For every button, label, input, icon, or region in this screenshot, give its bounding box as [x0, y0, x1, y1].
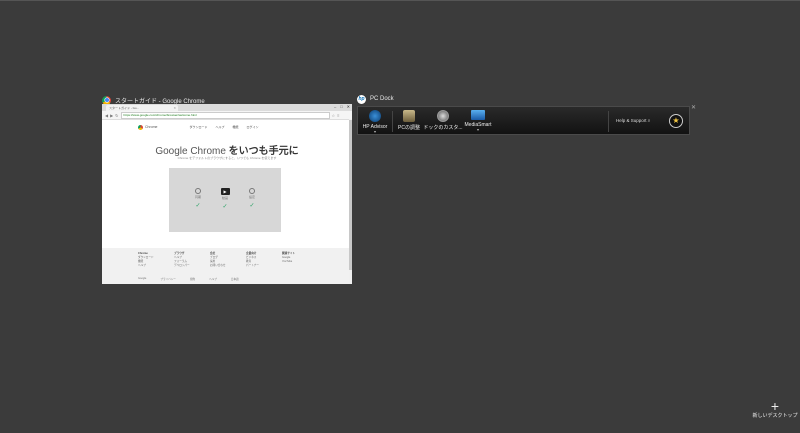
site-nav-item[interactable]: ダウンロード: [189, 125, 207, 129]
back-icon[interactable]: ◀: [105, 113, 108, 118]
footer-link[interactable]: 機能: [138, 260, 143, 263]
feature-label: 同期: [194, 195, 201, 199]
footer-link[interactable]: 採用: [210, 260, 215, 263]
feature-video: ▶ 動画 ✓: [220, 188, 230, 210]
star-icon[interactable]: ★: [669, 114, 683, 128]
footer-link[interactable]: ブログ: [210, 256, 218, 259]
footer-link[interactable]: デベロッパー: [174, 264, 190, 267]
plus-icon: +: [770, 398, 780, 414]
reload-icon[interactable]: ↻: [115, 113, 118, 118]
hero-subtitle: Chrome をデフォルトのブラウザにすると、いつでも Chrome を使えます: [177, 156, 277, 160]
footer-heading: 企業向け: [246, 252, 257, 255]
footer-link[interactable]: ヘルプ: [138, 264, 146, 267]
check-icon: ✓: [195, 203, 201, 209]
webpage-content: Chrome ダウンロード ヘルプ 機能 ログイン Google Chrome …: [102, 120, 352, 284]
mediasmart-icon: [471, 110, 485, 120]
site-nav-item[interactable]: ログイン: [247, 125, 259, 129]
feature-label: 設定: [248, 195, 255, 199]
dock-item-dock-customize[interactable]: ドックのカスタ...: [423, 110, 463, 131]
help-support-link[interactable]: Help & Support ⌕: [616, 118, 650, 123]
dock-window-title[interactable]: hp PC Dock: [357, 93, 394, 105]
footer-link[interactable]: ヘルプ: [174, 256, 182, 259]
maximize-icon[interactable]: □: [340, 104, 342, 109]
chrome-tabbar: スタートガイド - Go... ✕ – □ ✕: [102, 104, 352, 111]
new-desktop-label: 新しいデスクトップ: [752, 413, 798, 419]
scrollbar-thumb[interactable]: [349, 120, 352, 270]
footer-heading: 会社: [210, 252, 216, 255]
pc-tune-icon: [403, 110, 415, 122]
footer-link[interactable]: パートナー: [246, 264, 259, 267]
feature-settings: 設定 ✓: [247, 188, 257, 209]
footer-column: 企業向け ビジネス 教育 パートナー: [246, 252, 259, 268]
site-nav-item[interactable]: 機能: [232, 125, 238, 129]
footer-heading: 関連サイト: [282, 252, 295, 255]
dock-item-label: ドックのカスタ...: [423, 125, 463, 131]
hp-logo-icon: hp: [357, 94, 366, 104]
footer-link[interactable]: お問い合わせ: [210, 264, 226, 267]
close-icon[interactable]: ✕: [347, 104, 350, 109]
forward-icon[interactable]: ▶: [110, 113, 113, 118]
play-icon[interactable]: ▶: [220, 188, 230, 195]
hero-title: Google Chrome をいつも手元に: [102, 142, 352, 157]
footer-link[interactable]: ビジネス: [246, 256, 256, 259]
footer-link[interactable]: YouTube: [282, 260, 292, 263]
site-brand[interactable]: Chrome: [138, 124, 158, 130]
footer-bottom-link[interactable]: Google: [138, 277, 146, 281]
page-footer: Chrome ダウンロード 機能 ヘルプ ブラウザ ヘルプ フォーラム デベロッ…: [102, 248, 352, 284]
footer-bottom-link[interactable]: 規約: [190, 277, 195, 281]
url-field[interactable]: https://www.google.com/chrome/browser/we…: [120, 111, 330, 119]
minimize-icon[interactable]: –: [334, 104, 336, 109]
chevron-down-icon: ▾: [476, 127, 479, 132]
check-icon: ✓: [222, 204, 228, 210]
dock-item-mediasmart[interactable]: MediaSmart ▾: [458, 110, 498, 132]
hp-advisor-icon: [369, 110, 381, 122]
chrome-mini-logo-icon: [138, 124, 143, 130]
bookmark-star-icon[interactable]: ☆: [332, 113, 336, 118]
chrome-window-thumbnail[interactable]: スタートガイド - Go... ✕ – □ ✕ ◀ ▶ ↻ https://ww…: [102, 104, 352, 284]
footer-column: 会社 ブログ 採用 お問い合わせ: [210, 252, 226, 268]
footer-link[interactable]: 教育: [246, 260, 251, 263]
check-icon: ✓: [249, 203, 255, 209]
footer-bottom-link[interactable]: プライバシー: [160, 277, 176, 281]
dock-customize-icon: [437, 110, 449, 122]
footer-heading: Chrome: [138, 252, 148, 255]
feature-sync: 同期 ✓: [193, 188, 203, 209]
hero-image: 同期 ✓ ▶ 動画 ✓ 設定 ✓: [169, 168, 281, 232]
new-desktop-button[interactable]: + 新しいデスクトップ: [752, 398, 798, 419]
site-brand-label: Chrome: [145, 125, 158, 129]
window-controls: – □ ✕: [334, 104, 350, 109]
chrome-tab-title: スタートガイド - Go...: [109, 106, 140, 110]
footer-link[interactable]: フォーラム: [174, 260, 187, 263]
settings-icon: [249, 188, 255, 194]
dock-window-title-text: PC Dock: [370, 96, 394, 102]
help-support-label: Help & Support: [616, 118, 647, 123]
search-icon[interactable]: ⌕: [648, 118, 651, 123]
top-border: [0, 0, 800, 1]
footer-column: Chrome ダウンロード 機能 ヘルプ: [138, 252, 154, 268]
footer-link[interactable]: ダウンロード: [138, 256, 154, 259]
site-nav: Chrome ダウンロード ヘルプ 機能 ログイン: [138, 124, 308, 130]
address-bar: ◀ ▶ ↻ https://www.google.com/chrome/brow…: [102, 111, 352, 120]
dock-separator: [608, 111, 609, 132]
footer-bottom-link[interactable]: ヘルプ: [209, 277, 217, 281]
footer-column: ブラウザ ヘルプ フォーラム デベロッパー: [174, 252, 190, 268]
footer-link[interactable]: Google: [282, 256, 290, 259]
dock-close-icon[interactable]: ✕: [691, 104, 696, 111]
site-nav-item[interactable]: ヘルプ: [215, 125, 224, 129]
menu-icon[interactable]: ≡: [337, 113, 339, 118]
sync-icon: [195, 188, 201, 194]
footer-column: 関連サイト Google YouTube: [282, 252, 295, 264]
language-select[interactable]: 日本語: [231, 277, 239, 281]
footer-bottom: Google プライバシー 規約 ヘルプ 日本語: [138, 277, 318, 281]
feature-label: 動画: [221, 196, 228, 200]
footer-heading: ブラウザ: [174, 252, 185, 255]
pc-dock-window-thumbnail[interactable]: HP Advisor ▾ PCの調整 ドックのカスタ... MediaSmart…: [357, 106, 690, 135]
